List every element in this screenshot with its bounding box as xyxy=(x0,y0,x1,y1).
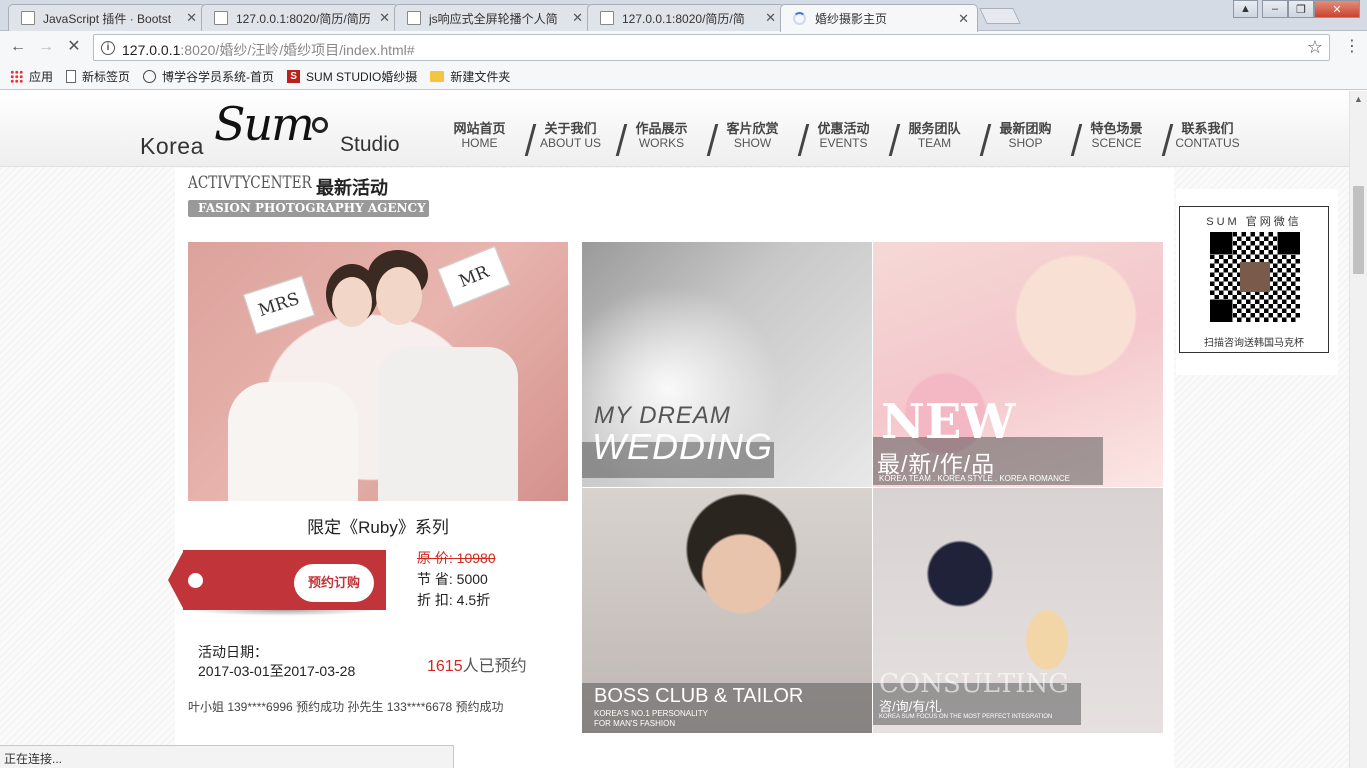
promo-title: 限定《Ruby》系列 xyxy=(307,518,449,537)
nav-item-about[interactable]: 关于我们 ABOUT US xyxy=(525,121,616,155)
tab-title: 127.0.0.1:8020/简历/简 xyxy=(622,11,745,26)
page-viewport: Korea Sum Studio 网站首页 HOME 关于我们 ABOUT US 作… xyxy=(0,91,1349,768)
nav-item-team[interactable]: 服务团队 TEAM xyxy=(889,121,980,155)
tile-consulting[interactable]: CONSULTING 咨/询/有/礼 KOREA SUM FOCUS ON TH… xyxy=(873,488,1163,733)
stop-loading-icon[interactable]: ✕ xyxy=(63,36,85,58)
globe-icon xyxy=(143,69,157,83)
page-icon xyxy=(600,11,614,25)
tab-title: JavaScript 插件 · Bootst xyxy=(43,11,172,26)
date-range: 2017-03-01至2017-03-28 xyxy=(198,663,356,679)
info-icon[interactable]: i xyxy=(101,41,115,55)
address-bar[interactable]: i 127.0.0.1:8020/婚纱/汪岭/婚纱项目/index.html# … xyxy=(93,34,1330,61)
tab-title: 婚纱摄影主页 xyxy=(815,12,888,26)
section-title-en: ACTIVTYCENTER xyxy=(188,173,312,193)
browser-tab[interactable]: js响应式全屏轮播个人简 ✕ xyxy=(394,4,592,31)
nav-item-scence[interactable]: 特色场景 SCENCE xyxy=(1071,121,1162,155)
scroll-thumb[interactable] xyxy=(1353,186,1364,274)
close-icon[interactable]: ✕ xyxy=(765,10,776,26)
section-title-cn: 最新活动 xyxy=(316,178,388,198)
bookmarks-bar: 应用 新标签页 博学谷学员系统-首页 S SUM STUDIO婚纱摄 新建文件夹 xyxy=(0,63,1367,90)
tile-my-dream-wedding[interactable]: MY DREAM WEDDING xyxy=(582,242,872,487)
browser-tab[interactable]: JavaScript 插件 · Bootst ✕ xyxy=(8,4,206,31)
booked-count: 1615人已预约 xyxy=(427,658,527,675)
wechat-qr-card: SUM 官网微信 扫描咨询送韩国马克杯 xyxy=(1176,189,1338,375)
status-bar: 正在连接... xyxy=(0,745,454,768)
saving: 节 省: 5000 xyxy=(417,571,488,587)
tile-boss-club[interactable]: BOSS CLUB & TAILOR KOREA'S NO.1 PERSONAL… xyxy=(582,488,872,733)
page-icon xyxy=(407,11,421,25)
page-icon xyxy=(66,69,77,83)
bookmark-sum-studio[interactable]: S SUM STUDIO婚纱摄 xyxy=(287,68,417,85)
rose-icon xyxy=(312,117,328,133)
booking-ribbon: 预约订购 xyxy=(168,550,386,616)
nav-item-works[interactable]: 作品展示 WORKS xyxy=(616,121,707,155)
browser-tab-active[interactable]: 婚纱摄影主页 ✕ xyxy=(780,4,978,32)
page-icon xyxy=(21,11,35,25)
new-tab-button[interactable] xyxy=(979,8,1021,24)
browser-tab[interactable]: 127.0.0.1:8020/简历/简 ✕ xyxy=(587,4,785,31)
nav-item-home[interactable]: 网站首页 HOME xyxy=(434,121,525,155)
close-icon[interactable]: ✕ xyxy=(186,10,197,26)
browser-toolbar: ← → ✕ i 127.0.0.1:8020/婚纱/汪岭/婚纱项目/index.… xyxy=(0,31,1367,63)
main-nav: 网站首页 HOME 关于我们 ABOUT US 作品展示 WORKS 客片欣赏 SHOW… xyxy=(434,121,1253,155)
original-price: 原 价: 10980 xyxy=(417,550,496,566)
promo-photo[interactable]: MRS MR xyxy=(188,242,568,501)
tab-strip: JavaScript 插件 · Bootst ✕ 127.0.0.1:8020/… xyxy=(0,0,1367,32)
close-window-button[interactable]: ✕ xyxy=(1314,0,1360,18)
s-brand-icon: S xyxy=(287,69,301,83)
activity-section: ACTIVTYCENTER 最新活动 FASION PHOTOGRAPHY AG… xyxy=(168,168,1174,768)
qr-footer: 扫描咨询送韩国马克杯 xyxy=(1204,338,1304,349)
qr-title: SUM 官网微信 xyxy=(1206,216,1302,228)
nav-item-show[interactable]: 客片欣赏 SHOW xyxy=(707,121,798,155)
qr-code-icon xyxy=(1210,232,1300,322)
close-icon[interactable]: ✕ xyxy=(958,11,969,27)
close-icon[interactable]: ✕ xyxy=(572,10,583,26)
activity-dates: 活动日期： 2017-03-01至2017-03-28 xyxy=(198,643,355,681)
bookmark-boxuegu[interactable]: 博学谷学员系统-首页 xyxy=(143,68,274,85)
bookmark-new-tab[interactable]: 新标签页 xyxy=(66,68,130,85)
apps-icon xyxy=(10,69,23,83)
forward-arrow-icon[interactable]: → xyxy=(35,36,57,58)
date-label: 活动日期： xyxy=(198,644,268,660)
discount: 折 扣: 4.5折 xyxy=(417,592,491,608)
tab-title: js响应式全屏轮播个人简 xyxy=(429,11,558,26)
user-icon[interactable]: ▲ xyxy=(1233,0,1258,18)
site-logo[interactable]: Korea Sum Studio xyxy=(140,97,405,159)
minimize-button[interactable]: – xyxy=(1262,0,1288,18)
section-banner: FASION PHOTOGRAPHY AGENCY xyxy=(188,200,429,217)
site-header: Korea Sum Studio 网站首页 HOME 关于我们 ABOUT US 作… xyxy=(0,91,1349,167)
scroll-up-icon[interactable]: ▲ xyxy=(1354,94,1363,104)
bookmark-apps[interactable]: 应用 xyxy=(10,68,53,85)
tile-new-works[interactable]: NEW 最/新/作/品 KOREA TEAM . KOREA STYLE . K… xyxy=(873,242,1163,487)
folder-icon xyxy=(430,70,445,82)
mr-sign: MR xyxy=(437,245,511,309)
loading-spinner-icon xyxy=(793,12,806,25)
back-arrow-icon[interactable]: ← xyxy=(7,36,29,58)
browser-tab[interactable]: 127.0.0.1:8020/简历/简历 ✕ xyxy=(201,4,399,31)
tab-title: 127.0.0.1:8020/简历/简历 xyxy=(236,11,371,26)
nav-item-shop[interactable]: 最新团购 SHOP xyxy=(980,121,1071,155)
page-icon xyxy=(214,11,228,25)
page-scrollbar[interactable]: ▲ xyxy=(1349,91,1367,768)
nav-item-events[interactable]: 优惠活动 EVENTS xyxy=(798,121,889,155)
feature-grid: MY DREAM WEDDING NEW 最/新/作/品 KOREA TEAM … xyxy=(582,242,1164,734)
bookmark-star-icon[interactable]: ☆ xyxy=(1307,37,1323,58)
ribbon-dot-icon xyxy=(188,573,203,588)
bookmark-folder[interactable]: 新建文件夹 xyxy=(430,68,510,85)
menu-icon[interactable]: ⋮ xyxy=(1344,39,1360,57)
section-heading: ACTIVTYCENTER 最新活动 FASION PHOTOGRAPHY AG… xyxy=(188,173,429,217)
price-info: 原 价: 10980 节 省: 5000 折 扣: 4.5折 xyxy=(417,548,496,611)
book-now-button[interactable]: 预约订购 xyxy=(294,564,374,602)
booking-ticker: 叶小姐 139****6996 预约成功 孙先生 133****6678 预约成… xyxy=(188,700,504,714)
mrs-sign: MRS xyxy=(243,275,315,335)
url-text[interactable]: 127.0.0.1:8020/婚纱/汪岭/婚纱项目/index.html# xyxy=(122,40,415,60)
nav-item-contact[interactable]: 联系我们 CONTATUS xyxy=(1162,121,1253,155)
close-icon[interactable]: ✕ xyxy=(379,10,390,26)
restore-button[interactable]: ❐ xyxy=(1288,0,1314,18)
